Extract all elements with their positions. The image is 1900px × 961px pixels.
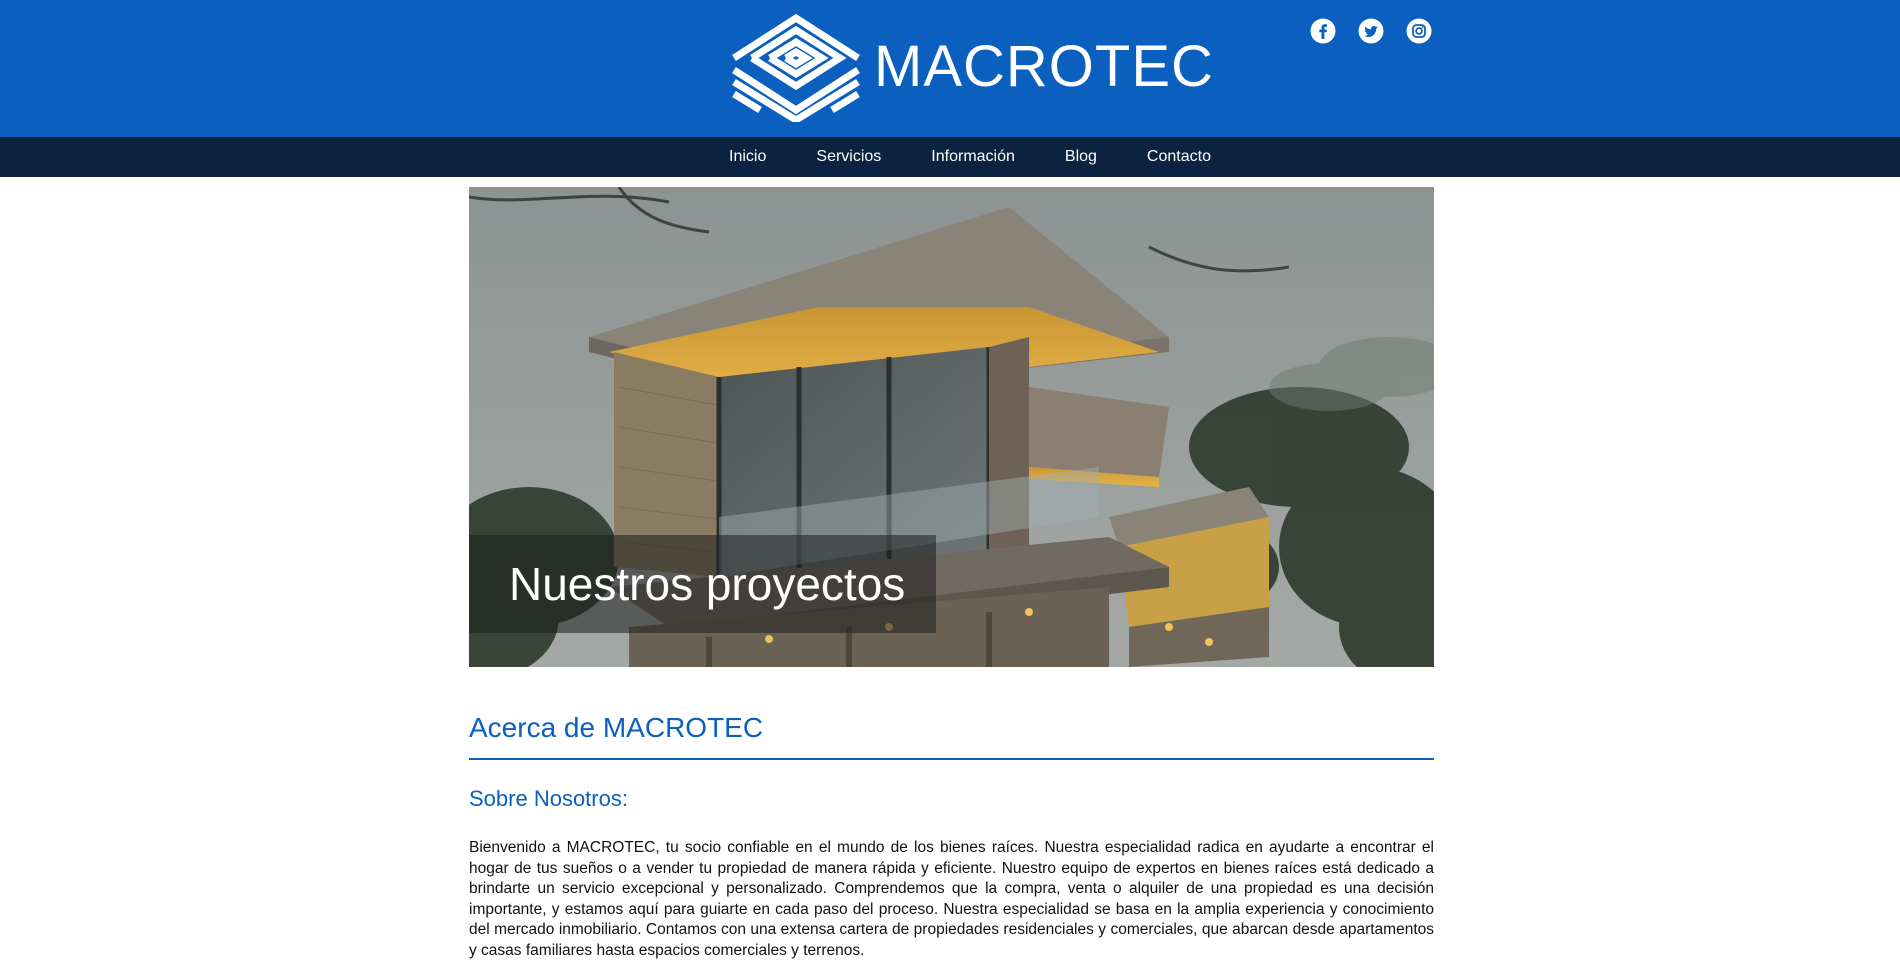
nav-item-informacion[interactable]: Información [931, 148, 1015, 166]
social-links [1310, 18, 1432, 44]
hero-caption: Nuestros proyectos [469, 535, 936, 633]
nav-item-contacto[interactable]: Contacto [1147, 148, 1211, 166]
logo-mark-icon [732, 13, 860, 122]
main-navigation: Inicio Servicios Información Blog Contac… [0, 137, 1900, 177]
about-subheading: Sobre Nosotros: [469, 786, 628, 811]
instagram-icon[interactable] [1406, 18, 1432, 44]
about-heading: Acerca de MACROTEC [469, 712, 1434, 760]
site-header: MACROTEC [0, 0, 1900, 137]
nav-item-servicios[interactable]: Servicios [816, 148, 881, 166]
logo-wordmark: MACROTEC [874, 34, 1214, 99]
about-section: Acerca de MACROTEC Sobre Nosotros: Bienv… [469, 712, 1434, 961]
site-logo[interactable]: MACROTEC [730, 12, 1214, 122]
about-paragraph: Bienvenido a MACROTEC, tu socio confiabl… [469, 839, 1434, 959]
nav-links: Inicio Servicios Información Blog Contac… [729, 148, 1211, 166]
twitter-icon[interactable] [1358, 18, 1384, 44]
hero-banner: Nuestros proyectos [469, 187, 1434, 667]
hero-title: Nuestros proyectos [509, 558, 906, 610]
nav-item-inicio[interactable]: Inicio [729, 148, 766, 166]
nav-item-blog[interactable]: Blog [1065, 148, 1097, 166]
facebook-icon[interactable] [1310, 18, 1336, 44]
